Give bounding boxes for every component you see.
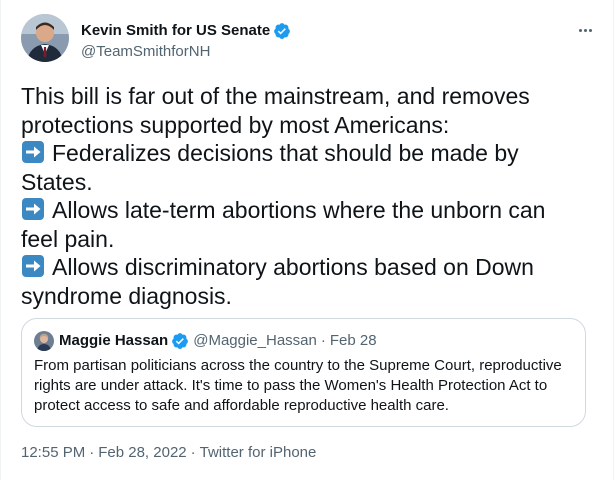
author-display-name[interactable]: Kevin Smith for US Senate [81,21,291,41]
quoted-separator: · [320,332,326,349]
tweet-line: protections supported by most Americans: [21,111,450,138]
meta-separator: · [190,444,196,461]
author-handle[interactable]: @TeamSmithforNH [81,42,291,62]
tweet-bullet-text: Federalizes decisions that should be mad… [52,140,519,166]
tweet-header: Kevin Smith for US Senate @TeamSmithforN… [21,14,597,66]
verified-badge-icon [274,23,291,39]
tweet-line: feel pain. [21,225,115,252]
tweet-text: This bill is far out of the mainstream, … [21,82,597,310]
meta-separator: · [89,444,95,461]
tweet-bullet-line: Allows discriminatory abortions based on… [21,253,597,282]
tweet-bullet-text: Allows late-term abortions where the unb… [52,197,546,223]
quoted-line: rights are under attack. It's time to pa… [34,377,548,394]
quoted-tweet-text: From partisan politicians across the cou… [34,356,574,416]
tweet-bullet-text: Allows discriminatory abortions based on… [52,254,534,280]
quoted-author-handle[interactable]: @Maggie_Hassan [193,331,317,351]
tweet-time-link[interactable]: 12:55 PM [21,444,85,461]
author-names: Kevin Smith for US Senate @TeamSmithforN… [81,21,291,62]
more-options-icon[interactable] [573,20,597,40]
quoted-line: From partisan politicians across the cou… [34,357,562,374]
right-arrow-emoji-icon [22,141,44,163]
tweet-source-link[interactable]: Twitter for iPhone [200,444,317,461]
quoted-tweet-header: Maggie Hassan @Maggie_Hassan · Feb 28 [34,331,377,351]
quoted-line: protect access to safe and affordable re… [34,397,449,414]
quoted-author-avatar[interactable] [34,331,54,351]
tweet-line: States. [21,168,93,195]
tweet-bullet-line: Federalizes decisions that should be mad… [21,139,597,168]
tweet-line: This bill is far out of the mainstream, … [21,83,530,109]
right-arrow-emoji-icon [22,198,44,220]
tweet-line: syndrome diagnosis. [21,282,232,309]
author-name-text: Kevin Smith for US Senate [81,22,271,39]
tweet-card: Kevin Smith for US Senate @TeamSmithforN… [0,0,614,480]
quoted-date[interactable]: Feb 28 [330,331,377,351]
author-avatar[interactable] [21,14,69,62]
tweet-bullet-line: Allows late-term abortions where the unb… [21,196,597,225]
tweet-meta: 12:55 PM · Feb 28, 2022 · Twitter for iPhone [21,443,316,463]
quoted-tweet[interactable]: Maggie Hassan @Maggie_Hassan · Feb 28 Fr… [21,318,586,427]
verified-badge-icon [172,333,189,349]
tweet-date-link[interactable]: Feb 28, 2022 [98,444,186,461]
right-arrow-emoji-icon [22,255,44,277]
quoted-author-name[interactable]: Maggie Hassan [59,331,168,351]
